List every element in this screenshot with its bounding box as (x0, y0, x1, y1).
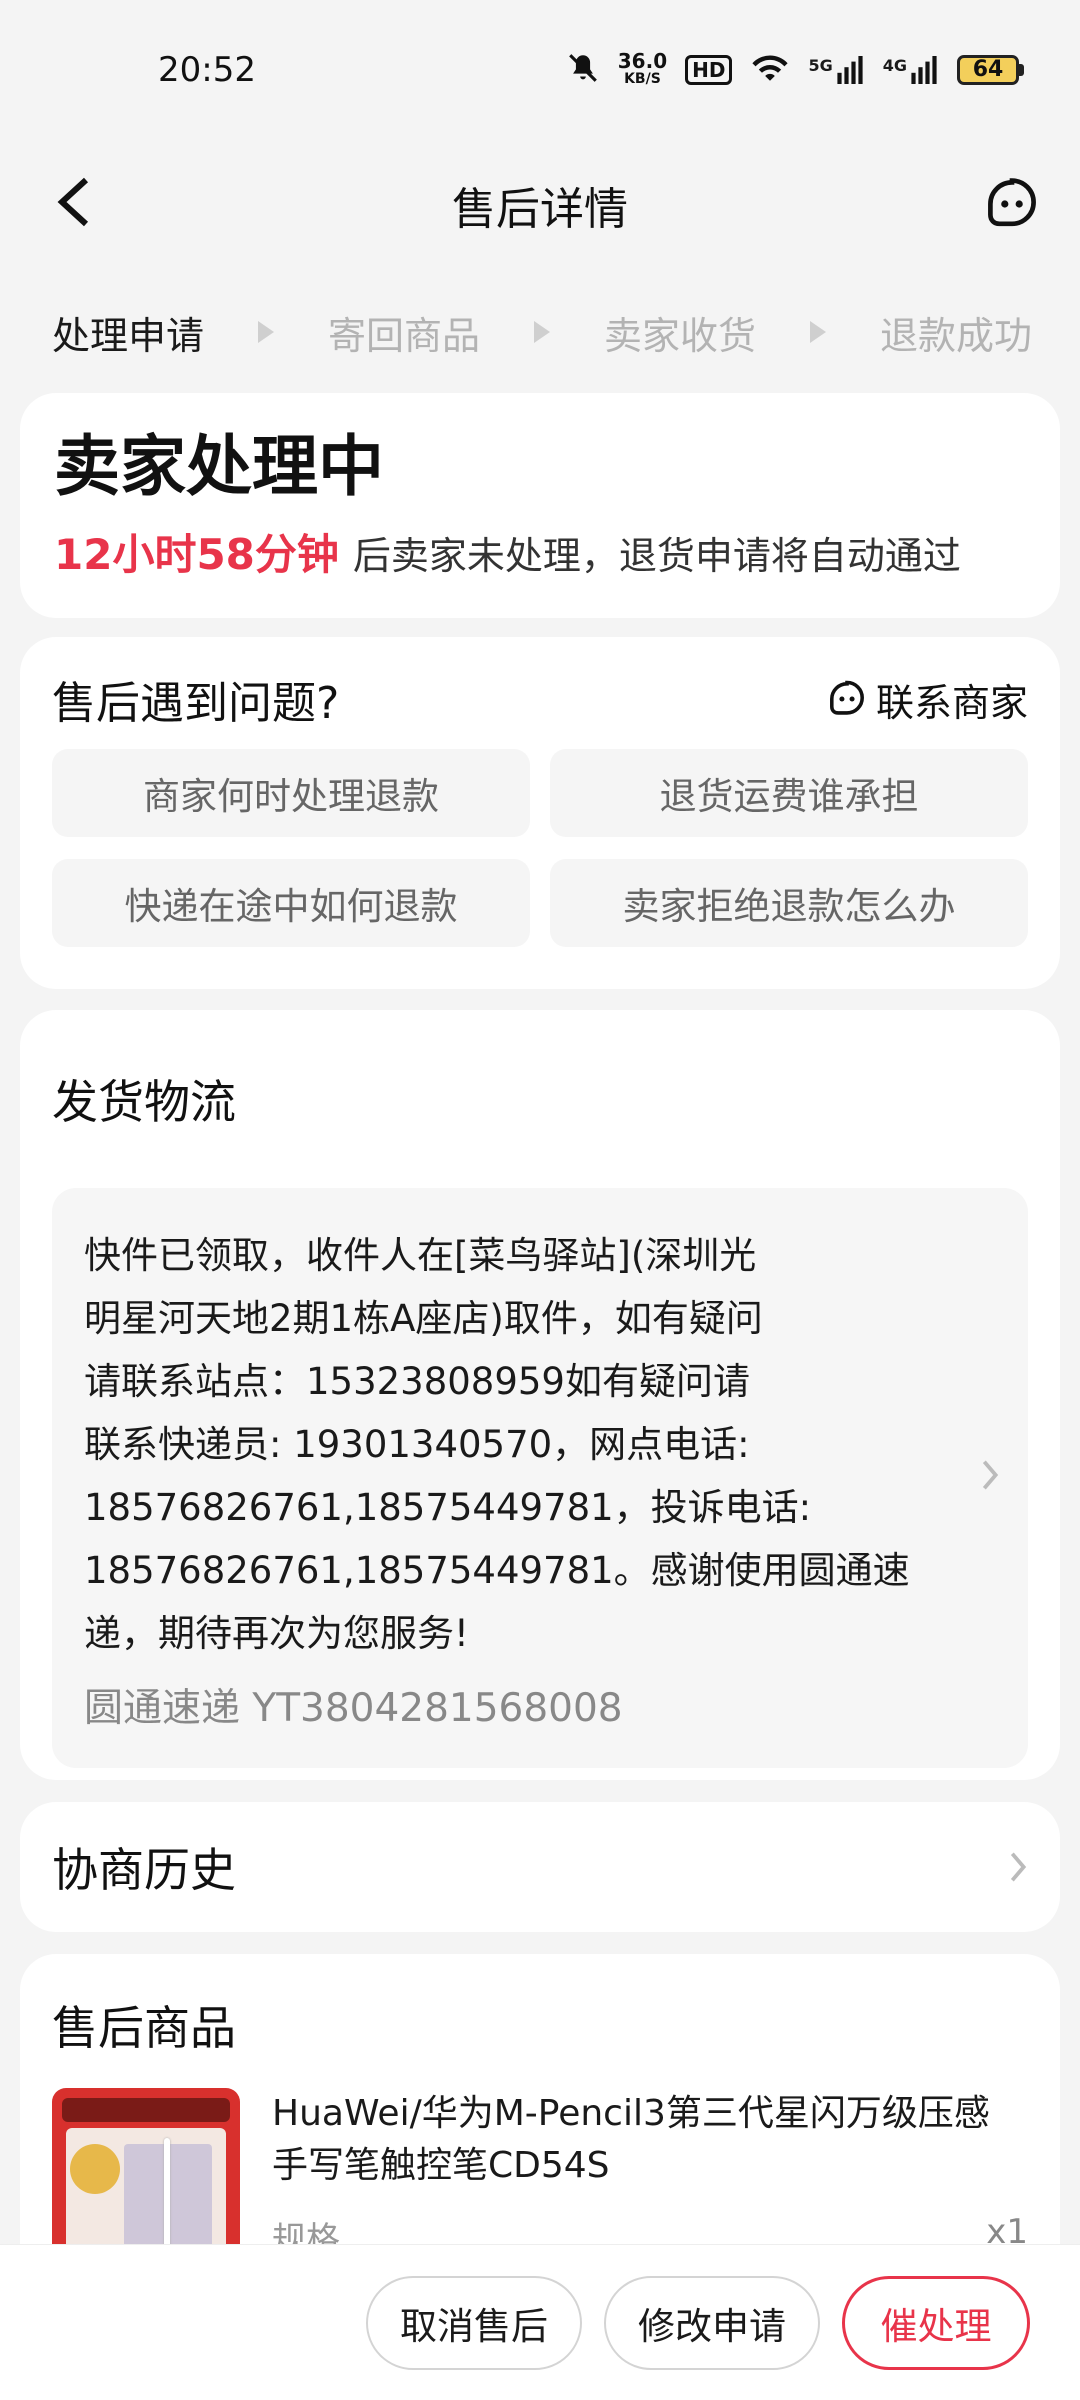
step-refund-success: 退款成功 (879, 313, 1032, 358)
faq-seller-rejects[interactable]: 卖家拒绝退款怎么办 (550, 859, 1028, 947)
help-card: 售后遇到问题? 联系商家 商家何时处理退款 退货运费谁承担 快递在途中如何退款 … (20, 637, 1060, 989)
logistics-detail[interactable]: 快件已领取，收件人在[菜鸟驿站](深圳光 明星河天地2期1栋A座店)取件，如有疑… (52, 1188, 1028, 1768)
signal-4g-icon: 4G (883, 56, 939, 84)
status-title: 卖家处理中 (54, 428, 384, 505)
product-section-title: 售后商品 (52, 2001, 236, 2055)
hd-icon: HD (685, 55, 733, 85)
mute-icon (566, 51, 600, 89)
auto-approve-note: 后卖家未处理，退货申请将自动通过 (352, 534, 961, 578)
faq-return-shipping[interactable]: 退货运费谁承担 (550, 749, 1028, 837)
negotiation-history-row[interactable]: 协商历史 (20, 1802, 1060, 1932)
chevron-right-icon (982, 1460, 999, 1490)
faq-when-refund[interactable]: 商家何时处理退款 (52, 749, 530, 837)
logistics-card: 发货物流 快件已领取，收件人在[菜鸟驿站](深圳光 明星河天地2期1栋A座店)取… (20, 1010, 1060, 1780)
modify-request-button[interactable]: 修改申请 (604, 2275, 820, 2370)
chat-robot-icon (988, 178, 1036, 227)
action-bar: 取消售后 修改申请 催处理 (0, 2244, 1080, 2400)
step-arrow-icon (258, 321, 274, 343)
cancel-aftersale-button[interactable]: 取消售后 (366, 2275, 582, 2370)
clock: 20:52 (158, 50, 256, 90)
header: 售后详情 (0, 150, 1080, 260)
step-arrow-icon (533, 321, 550, 343)
status-bar: 20:52 36.0 KB/S HD 5G 4G 64 (0, 0, 1080, 140)
step-return-goods: 寄回商品 (327, 313, 480, 358)
faq-grid: 商家何时处理退款 退货运费谁承担 快递在途中如何退款 卖家拒绝退款怎么办 (52, 749, 1028, 947)
battery-icon: 64 (957, 55, 1024, 85)
contact-merchant-button[interactable]: 联系商家 (828, 672, 1028, 727)
contact-merchant-label: 联系商家 (875, 680, 1028, 725)
logistics-title: 发货物流 (52, 1075, 236, 1129)
tracking-number: 圆通速递 YT3804281568008 (84, 1686, 623, 1731)
page-title: 售后详情 (452, 184, 628, 235)
customer-service-button[interactable] (980, 172, 1044, 236)
status-icons: 36.0 KB/S HD 5G 4G 64 (566, 51, 1024, 89)
chevron-right-icon (1010, 1852, 1027, 1882)
progress-steps: 处理申请 寄回商品 卖家收货 退款成功 (52, 290, 1032, 374)
status-subtitle: 12小时58分钟 后卖家未处理，退货申请将自动通过 (54, 521, 1026, 582)
status-card: 卖家处理中 12小时58分钟 后卖家未处理，退货申请将自动通过 (20, 393, 1060, 618)
network-speed: 36.0 KB/S (617, 49, 668, 87)
logistics-message: 快件已领取，收件人在[菜鸟驿站](深圳光 明星河天地2期1栋A座店)取件，如有疑… (84, 1234, 910, 1655)
urge-processing-button[interactable]: 催处理 (842, 2275, 1030, 2370)
chevron-left-icon (57, 177, 89, 227)
headset-icon (830, 680, 864, 715)
faq-in-transit-refund[interactable]: 快递在途中如何退款 (52, 859, 530, 947)
wifi-icon (750, 52, 790, 88)
step-arrow-icon (809, 321, 826, 343)
step-process-request: 处理申请 (52, 313, 205, 358)
countdown-timer: 12小时58分钟 (54, 530, 339, 579)
help-title: 售后遇到问题? (52, 678, 340, 729)
history-title: 协商历史 (52, 1843, 236, 1897)
product-name: HuaWei/华为M-Pencil3第三代星闪万级压感 手写笔触控笔CD54S (272, 2093, 990, 2186)
step-seller-receive: 卖家收货 (603, 313, 756, 358)
signal-5g-icon: 5G (808, 56, 864, 84)
back-button[interactable] (44, 172, 104, 232)
